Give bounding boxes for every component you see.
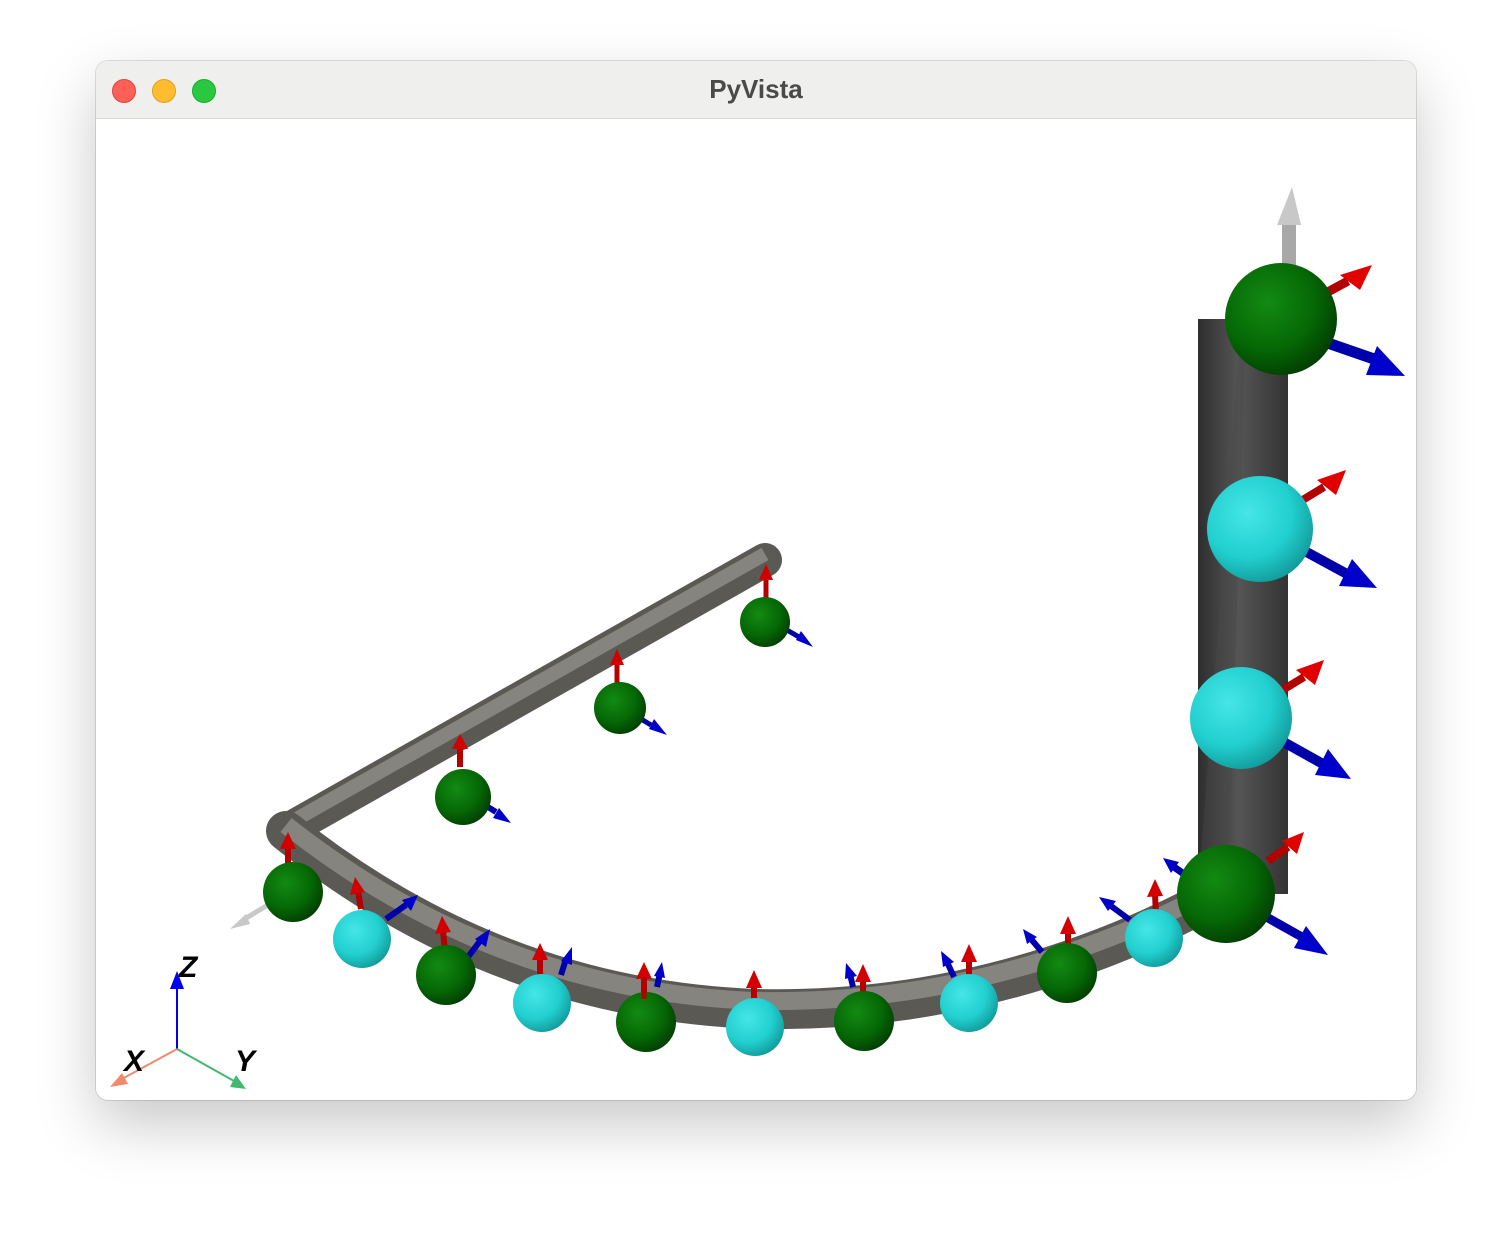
node-cyan (1190, 667, 1292, 769)
node-green (1225, 263, 1337, 375)
node-green (1177, 845, 1275, 943)
arrow-blue-v2 (1277, 735, 1351, 779)
axis-label-y: Y (235, 1045, 258, 1078)
node-green (740, 597, 790, 647)
orientation-axes: Z X Y (110, 951, 258, 1089)
scene-svg: Z X Y (110, 187, 1405, 1089)
node-green (594, 682, 646, 734)
node-cyan (513, 974, 571, 1032)
tube-vertical (1198, 309, 1288, 897)
node-cyan (726, 998, 784, 1056)
node-green (616, 992, 676, 1052)
node-cyan (333, 910, 391, 968)
arrow-blue-c6 (845, 963, 857, 988)
node-green (1037, 943, 1097, 1003)
axis-label-x: X (122, 1045, 146, 1078)
arrow-blue-v1 (1258, 910, 1328, 955)
arrow-red-v3 (1298, 470, 1346, 505)
render-viewport[interactable]: Z X Y (96, 119, 1416, 1100)
axis-label-z: Z (178, 951, 199, 984)
arrow-blue-v3 (1298, 544, 1377, 588)
arrow-red-v4 (1321, 265, 1372, 298)
tube-straight (269, 543, 782, 848)
arrow-blue-v4 (1320, 335, 1405, 376)
node-green (834, 991, 894, 1051)
node-cyan (940, 974, 998, 1032)
arrow-blue-c8 (1023, 929, 1045, 954)
pyvista-window: PyVista Z X Y (96, 61, 1416, 1100)
node-cyan (1125, 909, 1183, 967)
title-bar[interactable]: PyVista (96, 61, 1416, 119)
arrow-gray-top (1277, 187, 1301, 269)
node-green (263, 862, 323, 922)
arrow-blue-c9 (1099, 897, 1132, 923)
node-green (435, 769, 491, 825)
node-green (416, 945, 476, 1005)
node-cyan (1207, 476, 1313, 582)
window-title: PyVista (709, 74, 803, 104)
